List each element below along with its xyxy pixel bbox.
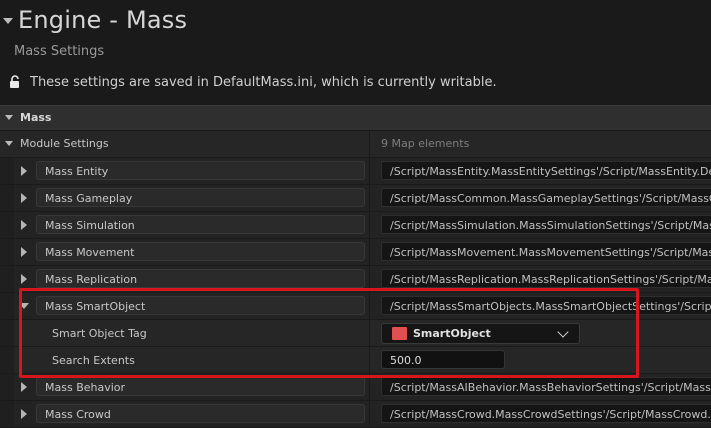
indent-spacer xyxy=(0,320,14,346)
tag-value: SmartObject xyxy=(413,327,491,340)
map-value-text: /Script/MassEntity.MassEntitySettings'/S… xyxy=(390,165,711,178)
search-extents-value: 500.0 xyxy=(390,354,422,367)
collapse-arrow-icon[interactable] xyxy=(3,18,13,24)
map-entry-row: Mass Gameplay /Script/MassCommon.MassGam… xyxy=(0,185,711,212)
indent-spacer xyxy=(0,212,14,238)
expand-arrow-icon[interactable] xyxy=(21,220,27,230)
indent-spacer xyxy=(0,347,14,373)
map-value-field[interactable]: /Script/MassMovement.MassMovementSetting… xyxy=(381,242,711,261)
map-element-count: 9 Map elements xyxy=(381,137,470,150)
map-value-text: /Script/MassSimulation.MassSimulationSet… xyxy=(390,219,711,232)
map-key-field[interactable]: Mass Crowd xyxy=(36,404,365,423)
tag-color-swatch xyxy=(392,327,407,340)
smart-object-tag-row: Smart Object Tag SmartObject xyxy=(0,320,711,347)
map-value-text: /Script/MassAIBehavior.MassBehaviorSetti… xyxy=(390,381,711,394)
map-key-field[interactable]: Mass Entity xyxy=(36,161,365,180)
map-value-field[interactable]: /Script/MassCrowd.MassCrowdSettings'/Scr… xyxy=(381,404,711,423)
expand-arrow-icon[interactable] xyxy=(21,274,27,284)
config-notice: These settings are saved in DefaultMass.… xyxy=(30,75,497,90)
map-key-label: Mass SmartObject xyxy=(45,300,146,313)
map-key-label: Mass Simulation xyxy=(45,219,135,232)
map-value-field[interactable]: /Script/MassEntity.MassEntitySettings'/S… xyxy=(381,161,711,180)
map-key-label: Mass Movement xyxy=(45,246,135,259)
search-extents-row: Search Extents 500.0 xyxy=(0,347,711,374)
map-key-field[interactable]: Mass Replication xyxy=(36,269,365,288)
smart-object-tag-dropdown[interactable]: SmartObject xyxy=(381,323,580,344)
map-entry-row: Mass Replication /Script/MassReplication… xyxy=(0,266,711,293)
map-entry-row: Mass Movement /Script/MassMovement.MassM… xyxy=(0,239,711,266)
map-key-field[interactable]: Mass Behavior xyxy=(36,377,365,396)
page-subtitle: Mass Settings xyxy=(14,44,105,59)
map-entry-row: Mass Behavior /Script/MassAIBehavior.Mas… xyxy=(0,374,711,401)
map-key-label: Mass Gameplay xyxy=(45,192,133,205)
smart-object-tag-label: Smart Object Tag xyxy=(52,327,147,340)
map-value-text: /Script/MassCommon.MassGameplaySettings'… xyxy=(390,192,711,205)
column-divider xyxy=(369,374,370,400)
map-key-field[interactable]: Mass SmartObject xyxy=(36,296,365,315)
chevron-down-icon[interactable] xyxy=(5,141,13,146)
module-settings-row[interactable]: Module Settings 9 Map elements xyxy=(0,131,711,158)
search-extents-input[interactable]: 500.0 xyxy=(381,350,505,369)
column-divider xyxy=(369,293,370,319)
column-divider xyxy=(369,266,370,292)
section-mass[interactable]: Mass xyxy=(0,105,711,130)
map-value-field[interactable]: /Script/MassReplication.MassReplicationS… xyxy=(381,269,711,288)
map-key-field[interactable]: Mass Gameplay xyxy=(36,188,365,207)
expand-arrow-icon[interactable] xyxy=(21,193,27,203)
settings-header: Engine - Mass Mass Settings These settin… xyxy=(0,0,711,100)
chevron-down-icon xyxy=(557,326,569,338)
map-value-field[interactable]: /Script/MassAIBehavior.MassBehaviorSetti… xyxy=(381,377,711,396)
column-divider xyxy=(369,320,370,346)
indent-spacer xyxy=(0,185,14,211)
column-divider xyxy=(369,239,370,265)
column-divider xyxy=(369,401,370,427)
map-entry-row-smartobject: Mass SmartObject /Script/MassSmartObject… xyxy=(0,293,711,320)
map-value-field[interactable]: /Script/MassCommon.MassGameplaySettings'… xyxy=(381,188,711,207)
map-value-field[interactable]: /Script/MassSmartObjects.MassSmartObject… xyxy=(381,296,711,315)
map-value-text: /Script/MassReplication.MassReplicationS… xyxy=(390,273,711,286)
module-settings-label: Module Settings xyxy=(20,137,109,150)
indent-spacer xyxy=(0,401,14,427)
section-label: Mass xyxy=(20,111,52,124)
map-key-label: Mass Replication xyxy=(45,273,138,286)
map-key-field[interactable]: Mass Simulation xyxy=(36,215,365,234)
map-entry-row: Mass Simulation /Script/MassSimulation.M… xyxy=(0,212,711,239)
map-key-label: Mass Entity xyxy=(45,165,109,178)
map-entry-row: Mass Entity /Script/MassEntity.MassEntit… xyxy=(0,158,711,185)
column-divider xyxy=(369,347,370,373)
map-value-text: /Script/MassSmartObjects.MassSmartObject… xyxy=(390,300,711,313)
indent-spacer xyxy=(0,239,14,265)
page-title: Engine - Mass xyxy=(18,6,188,34)
map-value-text: /Script/MassMovement.MassMovementSetting… xyxy=(390,246,711,259)
indent-spacer xyxy=(0,293,14,319)
map-key-label: Mass Behavior xyxy=(45,381,126,394)
indent-spacer xyxy=(0,158,14,184)
search-extents-label: Search Extents xyxy=(52,354,135,367)
indent-spacer xyxy=(0,266,14,292)
column-divider xyxy=(369,212,370,238)
chevron-down-icon xyxy=(5,115,13,120)
map-value-field[interactable]: /Script/MassSimulation.MassSimulationSet… xyxy=(381,215,711,234)
map-key-field[interactable]: Mass Movement xyxy=(36,242,365,261)
unlocked-icon xyxy=(10,75,19,88)
expand-arrow-icon[interactable] xyxy=(21,166,27,176)
expand-arrow-icon[interactable] xyxy=(21,409,27,419)
column-divider xyxy=(369,185,370,211)
collapse-arrow-icon[interactable] xyxy=(19,303,29,309)
column-divider[interactable] xyxy=(369,131,370,157)
expand-arrow-icon[interactable] xyxy=(21,382,27,392)
expand-arrow-icon[interactable] xyxy=(21,247,27,257)
indent-spacer xyxy=(0,374,14,400)
column-divider xyxy=(369,158,370,184)
